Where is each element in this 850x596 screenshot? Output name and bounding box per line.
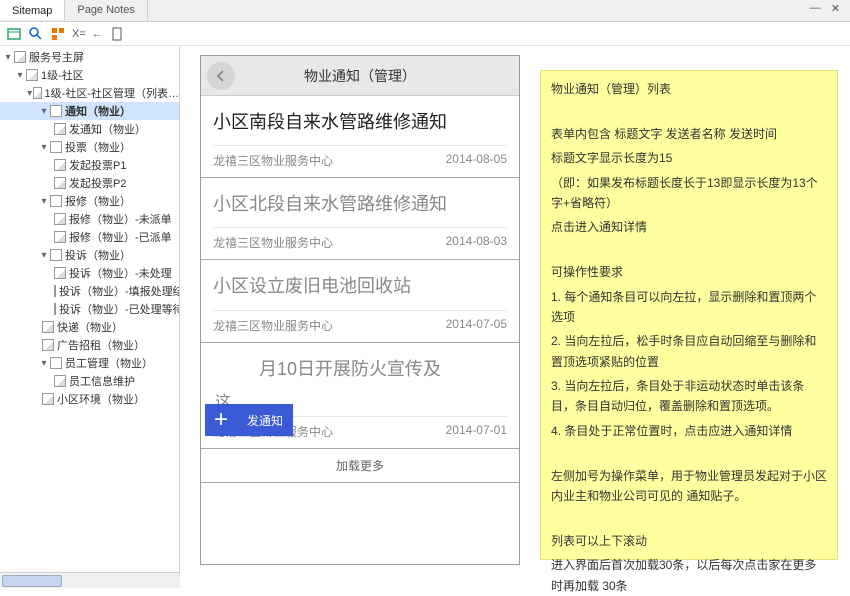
list-item[interactable]: 小区南段自来水管路维修通知 龙禧三区物业服务中心 2014-08-05 <box>201 96 519 178</box>
item-title: 小区7月10日开展防火宣传及 <box>213 351 507 388</box>
tree-vote[interactable]: ▾投票（物业） <box>0 138 179 156</box>
item-title: 小区北段自来水管路维修通知 <box>213 186 507 223</box>
annotation-note: 物业通知（管理）列表 表单内包含 标题文字 发送者名称 发送时间 标题文字显示长… <box>540 70 838 560</box>
tree-l2[interactable]: ▾1级-社区-社区管理（列表… <box>0 84 179 102</box>
tree-repair-a[interactable]: 报修（物业）-未派单 <box>0 210 179 228</box>
tab-page-notes[interactable]: Page Notes <box>65 0 147 21</box>
tree-complaint[interactable]: ▾投诉（物业） <box>0 246 179 264</box>
scroll-thumb[interactable] <box>2 575 62 587</box>
page-title: 物业通知（管理） <box>304 66 416 86</box>
tree-notice-send[interactable]: 发通知（物业） <box>0 120 179 138</box>
tree-repair-b[interactable]: 报修（物业）-已派单 <box>0 228 179 246</box>
tool-icon-4[interactable] <box>109 26 125 42</box>
load-more-button[interactable]: 加载更多 <box>201 449 519 483</box>
tree-complaint-a[interactable]: 投诉（物业）-未处理 <box>0 264 179 282</box>
tool-icon-2[interactable] <box>28 26 44 42</box>
tree-staff[interactable]: ▾员工管理（物业） <box>0 354 179 372</box>
tree-vote-p1[interactable]: 发起投票P1 <box>0 156 179 174</box>
item-date: 2014-08-03 <box>446 234 507 251</box>
sidebar-hscroll[interactable] <box>0 572 180 588</box>
window-controls: — ✕ <box>806 2 844 15</box>
tree-notice[interactable]: ▾通知（物业） <box>0 102 179 120</box>
tree-complaint-c[interactable]: 投诉（物业）-已处理等待用… <box>0 300 179 318</box>
tree-staff-a[interactable]: 员工信息维护 <box>0 372 179 390</box>
item-sender: 龙禧三区物业服务中心 <box>213 317 333 334</box>
tab-sitemap[interactable]: Sitemap <box>0 0 65 20</box>
item-sender: 龙禧三区物业服务中心 <box>213 152 333 169</box>
tool-icon-1[interactable] <box>6 26 22 42</box>
item-date: 2014-08-05 <box>446 152 507 169</box>
tree-repair[interactable]: ▾报修（物业） <box>0 192 179 210</box>
add-menu-item[interactable]: 发通知 <box>237 404 293 436</box>
tree-vote-p2[interactable]: 发起投票P2 <box>0 174 179 192</box>
close-icon[interactable]: ✕ <box>827 2 844 15</box>
tree-express[interactable]: 快递（物业） <box>0 318 179 336</box>
tool-icon-3[interactable] <box>50 26 66 42</box>
x-equals-label: X= <box>72 28 86 40</box>
tree-env[interactable]: 小区环境（物业） <box>0 390 179 408</box>
toolbar: X= ← <box>0 22 850 46</box>
tree-complaint-b[interactable]: 投诉（物业）-填报处理结果 <box>0 282 179 300</box>
item-date: 2014-07-01 <box>446 423 507 440</box>
list-item[interactable]: 小区设立废旧电池回收站 龙禧三区物业服务中心 2014-07-05 <box>201 260 519 342</box>
minimize-icon[interactable]: — <box>806 2 825 15</box>
list-item[interactable]: 小区北段自来水管路维修通知 龙禧三区物业服务中心 2014-08-03 <box>201 178 519 260</box>
arrow-left-icon[interactable]: ← <box>92 28 103 40</box>
tree-l1[interactable]: ▾1级-社区 <box>0 66 179 84</box>
item-title: 小区南段自来水管路维修通知 <box>213 104 507 141</box>
phone-preview: 物业通知（管理） 小区南段自来水管路维修通知 龙禧三区物业服务中心 2014-08… <box>200 55 520 565</box>
sitemap-tree[interactable]: ▾服务号主屏 ▾1级-社区 ▾1级-社区-社区管理（列表… ▾通知（物业） 发通… <box>0 46 180 588</box>
item-date: 2014-07-05 <box>446 317 507 334</box>
tree-root[interactable]: ▾服务号主屏 <box>0 48 179 66</box>
item-sender: 龙禧三区物业服务中心 <box>213 234 333 251</box>
tab-bar: Sitemap Page Notes — ✕ <box>0 0 850 22</box>
item-title: 小区设立废旧电池回收站 <box>213 268 507 305</box>
back-button[interactable] <box>207 62 235 90</box>
note-title: 物业通知（管理）列表 <box>551 79 827 99</box>
tree-ads[interactable]: 广告招租（物业） <box>0 336 179 354</box>
add-button[interactable]: + <box>205 404 237 436</box>
phone-header: 物业通知（管理） <box>201 56 519 96</box>
